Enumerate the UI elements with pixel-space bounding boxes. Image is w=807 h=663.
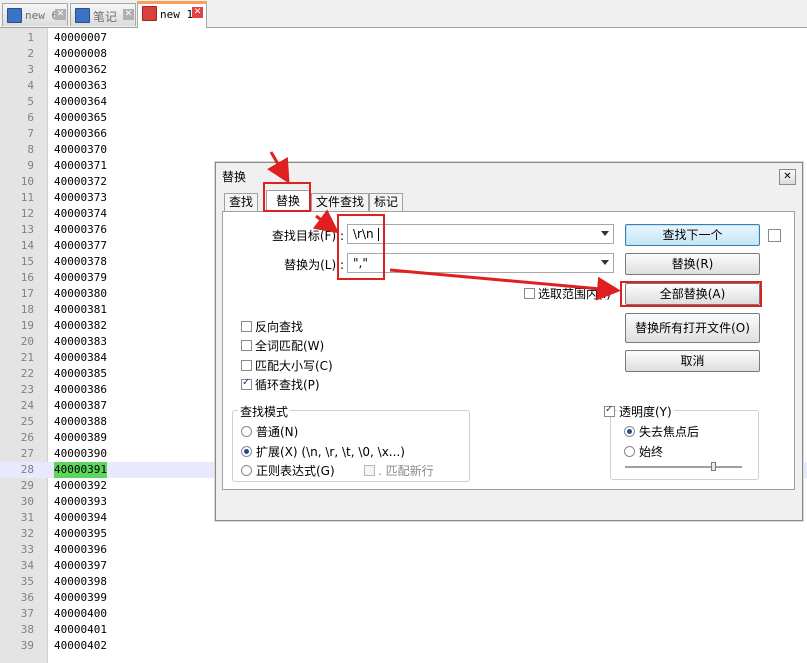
annotation-arrow xyxy=(389,268,621,301)
annotation-arrow xyxy=(267,151,290,184)
annotation-arrows xyxy=(267,151,621,301)
annotation-arrow xyxy=(312,209,340,234)
